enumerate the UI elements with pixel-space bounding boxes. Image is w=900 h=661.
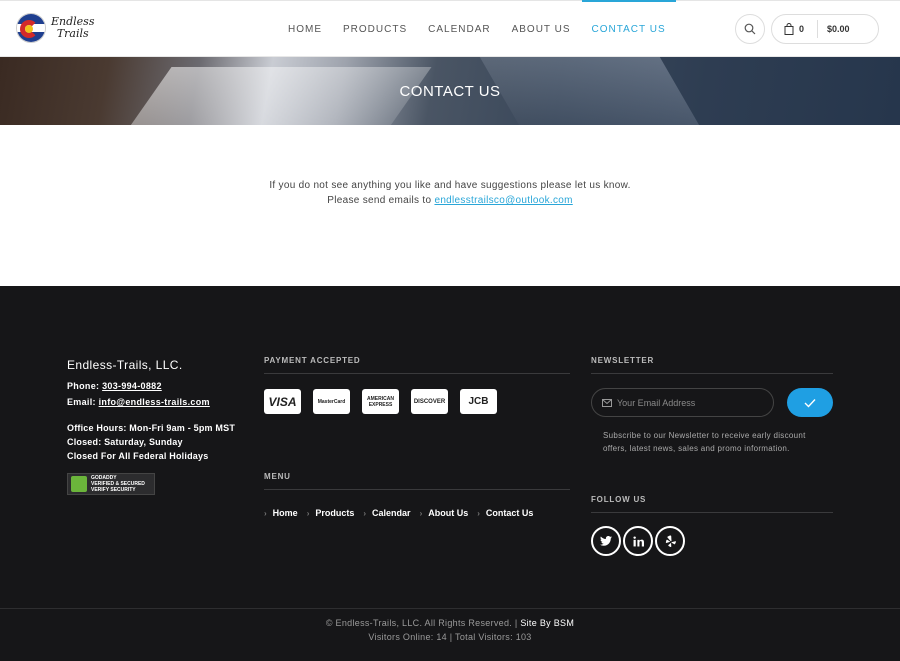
contact-email-link[interactable]: endlesstrailsco@outlook.com [434, 195, 572, 206]
nav-home[interactable]: HOME [288, 1, 322, 58]
chevron-right-icon: › [264, 508, 267, 518]
nav-calendar[interactable]: CALENDAR [428, 1, 490, 58]
visitor-counter: Visitors Online: 14 | Total Visitors: 10… [368, 632, 532, 642]
cart-divider [817, 20, 819, 38]
nav-products[interactable]: PRODUCTS [343, 1, 407, 58]
newsletter-form [591, 388, 833, 417]
divider [264, 489, 570, 490]
follow-title: FOLLOW US [591, 495, 647, 504]
site-logo[interactable]: Endless Trails [16, 13, 94, 43]
footer-link-label: Home [272, 508, 298, 518]
yelp-icon[interactable] [655, 526, 685, 556]
cart-count: 0 [799, 24, 805, 34]
payment-cards: VISA MasterCard AMERICAN EXPRESS DISCOVE… [264, 389, 570, 414]
footer-link-about-us[interactable]: › About Us [420, 508, 469, 518]
divider [591, 373, 833, 374]
footer-link-home[interactable]: › Home [264, 508, 298, 518]
divider [264, 373, 570, 374]
visa-icon: VISA [264, 389, 301, 414]
footer-menu: › Home › Products › Calendar › About Us › Con… [264, 508, 570, 518]
linkedin-icon[interactable] [623, 526, 653, 556]
newsletter-description-line-2: offers, latest news, sales and promo inf… [603, 444, 790, 453]
footer-link-products[interactable]: › Products [307, 508, 355, 518]
godaddy-security-seal[interactable]: GODADDY VERIFIED & SECURED VERIFY SECURI… [67, 473, 155, 495]
copyright-line: © Endless-Trails, LLC. All Rights Reserv… [0, 618, 900, 628]
site-by-link[interactable]: Site By BSM [520, 618, 574, 628]
page-title: CONTACT US [399, 83, 501, 100]
footer-email-link[interactable]: info@endless-trails.com [99, 397, 210, 407]
site-header: Endless Trails HOME PRODUCTS CALENDAR AB… [0, 0, 900, 57]
footer-link-contact-us[interactable]: › Contact Us [477, 508, 533, 518]
office-hours: Office Hours: Mon-Fri 9am - 5pm MST Clos… [67, 421, 235, 463]
seal-line-3: VERIFY SECURITY [91, 487, 136, 493]
shopping-bag-icon [784, 23, 794, 35]
hours-line: Office Hours: Mon-Fri 9am - 5pm MST [67, 423, 236, 433]
email-label: Email: [67, 397, 99, 407]
footer-link-label: About Us [428, 508, 469, 518]
menu-title: MENU [264, 472, 291, 481]
contact-email-line: Please send emails to endlesstrailsco@ou… [0, 193, 900, 208]
email-line: Email: info@endless-trails.com [67, 397, 235, 407]
copyright-text: © Endless-Trails, LLC. All Rights Reserv… [325, 618, 521, 628]
social-links [591, 526, 833, 556]
chevron-right-icon: › [363, 508, 367, 518]
chevron-right-icon: › [306, 508, 310, 518]
seal-text: GODADDY VERIFIED & SECURED VERIFY SECURI… [91, 475, 145, 493]
footer-bottom-divider [0, 608, 900, 609]
main-nav: HOME PRODUCTS CALENDAR ABOUT US CONTACT … [288, 0, 687, 58]
closed-weekend-line: Closed: Saturday, Sunday [67, 437, 183, 447]
nav-contact-us[interactable]: CONTACT US [581, 0, 676, 58]
logo-text: Endless Trails [51, 16, 94, 40]
chevron-right-icon: › [419, 508, 423, 518]
closed-holidays-line: Closed For All Federal Holidays [67, 451, 209, 461]
cart-button[interactable]: 0 $0.00 [771, 14, 879, 44]
logo-line-2: Trails [56, 27, 89, 40]
footer-link-label: Calendar [372, 508, 411, 518]
envelope-icon [602, 398, 612, 407]
newsletter-description-line-1: Subscribe to our Newsletter to receive e… [603, 431, 806, 440]
checkmark-icon [804, 398, 816, 408]
contact-message: If you do not see anything you like and … [269, 180, 631, 191]
newsletter-title: NEWSLETTER [591, 356, 655, 365]
company-name: Endless-Trails, LLC. [67, 358, 183, 372]
page-banner: CONTACT US [0, 57, 900, 125]
footer-link-label: Contact Us [485, 508, 534, 518]
contact-content: If you do not see anything you like and … [0, 125, 900, 286]
chevron-right-icon: › [477, 508, 480, 518]
footer-menu-section: MENU › Home › Products › Calendar › About Us… [264, 472, 570, 518]
discover-icon: DISCOVER [411, 389, 448, 414]
nav-about-us[interactable]: ABOUT US [512, 1, 571, 58]
amex-icon: AMERICAN EXPRESS [362, 389, 399, 414]
twitter-icon[interactable] [591, 526, 621, 556]
footer-link-calendar[interactable]: › Calendar [363, 508, 410, 518]
newsletter-submit-button[interactable] [787, 388, 833, 417]
jcb-icon: JCB [460, 389, 497, 414]
footer-link-label: Products [315, 508, 355, 518]
payment-title: PAYMENT ACCEPTED [264, 356, 361, 365]
phone-label: Phone: [67, 381, 103, 391]
cart-total: $0.00 [827, 24, 850, 34]
search-button[interactable] [735, 14, 765, 44]
search-icon [744, 23, 756, 35]
payment-section: PAYMENT ACCEPTED VISA MasterCard AMERICA… [264, 356, 570, 414]
phone-link[interactable]: 303-994-0882 [102, 381, 162, 391]
colorado-flag-logo-icon [16, 13, 46, 43]
footer-company-info: Endless-Trails, LLC. Phone: 303-994-0882… [67, 358, 235, 495]
contact-email-prefix: Please send emails to [327, 195, 435, 206]
newsletter-description: Subscribe to our Newsletter to receive e… [603, 429, 833, 455]
newsletter-email-field [591, 388, 774, 417]
newsletter-email-input[interactable] [617, 397, 767, 408]
follow-us-section: FOLLOW US [591, 495, 833, 556]
divider [591, 512, 833, 513]
site-footer: Endless-Trails, LLC. Phone: 303-994-0882… [0, 286, 900, 661]
mastercard-icon: MasterCard [313, 389, 350, 414]
newsletter-section: NEWSLETTER Subscribe to our Newsletter t… [591, 356, 833, 455]
lock-icon [71, 476, 87, 492]
phone-line: Phone: 303-994-0882 [67, 381, 235, 391]
